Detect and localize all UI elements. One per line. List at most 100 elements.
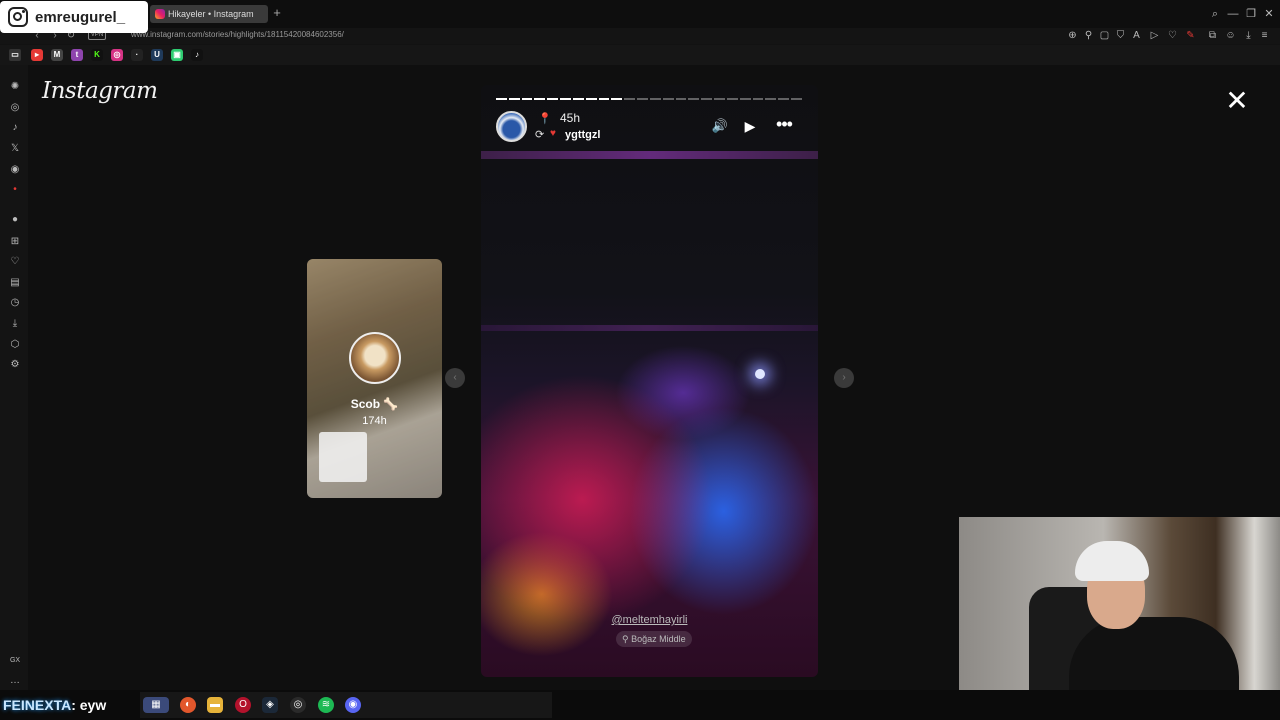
- gaming-icon[interactable]: ▭: [9, 49, 21, 61]
- instagram-bookmark-icon[interactable]: ◎: [111, 49, 123, 61]
- url-field[interactable]: www.instagram.com/stories/highlights/181…: [131, 30, 344, 39]
- player-icon[interactable]: ▷: [1148, 29, 1161, 42]
- story-progress-bar: [496, 98, 802, 101]
- gmail-bookmark-icon[interactable]: M: [51, 49, 63, 61]
- instagram-sidebar-icon[interactable]: ◎: [8, 101, 22, 115]
- tiktok-sidebar-icon[interactable]: ♪: [8, 121, 22, 135]
- discord-sidebar-icon[interactable]: ◉: [8, 163, 22, 177]
- minimize-icon[interactable]: —: [1226, 7, 1240, 21]
- download-icon[interactable]: ⤓: [1242, 29, 1255, 42]
- bookmark-green-icon[interactable]: ▣: [171, 49, 183, 61]
- volume-icon[interactable]: 🔊: [711, 118, 729, 134]
- previous-story-chevron-icon[interactable]: ‹: [445, 368, 465, 388]
- progress-segment: [547, 98, 559, 100]
- preview-username: Scob 🦴: [350, 397, 399, 411]
- story-mention[interactable]: @meltemhayirli: [481, 614, 818, 626]
- location-marker-icon: ⚲: [622, 634, 632, 644]
- preview-avatar: [349, 332, 401, 384]
- progress-segment: [714, 98, 725, 100]
- origin-taskbar-icon[interactable]: ◐: [180, 697, 196, 713]
- next-story-chevron-icon[interactable]: ›: [834, 368, 854, 388]
- history-sidebar-icon[interactable]: ◷: [8, 296, 22, 310]
- shield-icon[interactable]: ⛉: [1114, 29, 1127, 42]
- progress-segment: [688, 98, 700, 100]
- tab-title: Hikayeler • Instagram: [168, 9, 254, 19]
- story-location-tag[interactable]: ⚲ Boğaz Middle: [616, 631, 692, 647]
- extensions-icon[interactable]: ⧉: [1206, 29, 1219, 42]
- progress-segment: [637, 98, 648, 100]
- bookmark-dark-icon[interactable]: ·: [131, 49, 143, 61]
- youtube-bookmark-icon[interactable]: ▸: [31, 49, 43, 61]
- taskbar-app-thumb-icon[interactable]: ▦: [143, 697, 169, 713]
- tiktok-bookmark-icon[interactable]: ♪: [191, 49, 203, 61]
- extensions-sidebar-icon[interactable]: ⬡: [8, 338, 22, 352]
- more-sidebar-icon[interactable]: …: [8, 674, 22, 688]
- heart-emoji-icon: ♥: [550, 128, 556, 139]
- restore-icon[interactable]: ❐: [1244, 7, 1258, 21]
- search-icon[interactable]: ⌕: [1208, 7, 1222, 21]
- progress-segment: [739, 98, 751, 100]
- preview-time: 174h: [362, 415, 387, 427]
- apps-sidebar-icon[interactable]: ⊞: [8, 235, 22, 249]
- progress-segment: [496, 98, 507, 100]
- heart-icon[interactable]: ♡: [1166, 29, 1179, 42]
- menu-icon[interactable]: ≡: [1258, 29, 1271, 42]
- progress-segment: [598, 98, 610, 100]
- repost-icon: ⟳: [535, 129, 545, 141]
- story-time: 45h: [560, 111, 581, 125]
- play-icon[interactable]: ▶: [742, 118, 758, 134]
- discord-taskbar-icon[interactable]: ◉: [345, 697, 361, 713]
- kick-bookmark-icon[interactable]: K: [91, 49, 103, 61]
- progress-segment: [675, 98, 687, 100]
- downloads-sidebar-icon[interactable]: ⤓: [8, 317, 22, 331]
- progress-segment: [534, 98, 546, 100]
- spotify-sidebar-icon[interactable]: ●: [8, 213, 22, 227]
- new-tab-button[interactable]: +: [270, 6, 284, 20]
- story-media[interactable]: [481, 85, 818, 677]
- tab-instagram[interactable]: Hikayeler • Instagram: [150, 5, 268, 23]
- progress-segment: [585, 98, 597, 100]
- favorites-sidebar-icon[interactable]: ♡: [8, 255, 22, 269]
- preview-sticker-card: [319, 432, 367, 482]
- progress-segment: [662, 98, 674, 100]
- progress-segment: [701, 98, 713, 100]
- story-avatar[interactable]: [496, 111, 527, 142]
- close-story-button[interactable]: ✕: [1224, 87, 1250, 115]
- zoom-icon[interactable]: ⊕: [1066, 29, 1079, 42]
- opera-gx-taskbar-icon[interactable]: O: [235, 697, 251, 713]
- story-repost-username[interactable]: ygttgzl: [565, 129, 600, 141]
- chat-username: FEINEXTA: [3, 697, 72, 713]
- instagram-logo[interactable]: Instagram: [42, 78, 158, 104]
- opera-sidebar-icon[interactable]: •: [8, 183, 22, 197]
- x-sidebar-icon[interactable]: 𝕏: [8, 142, 22, 156]
- pin-icon[interactable]: ⚲: [1082, 29, 1095, 42]
- bookmark-u-icon[interactable]: U: [151, 49, 163, 61]
- profile-icon[interactable]: ☺: [1224, 29, 1237, 42]
- translate-icon[interactable]: A: [1130, 29, 1143, 42]
- twitch-bookmark-icon[interactable]: t: [71, 49, 83, 61]
- progress-segment: [560, 98, 571, 100]
- sidebar: [0, 65, 28, 690]
- progress-segment: [778, 98, 790, 100]
- streamer-name-overlay: emreugurel_: [0, 1, 148, 33]
- chat-message: : eyw: [71, 697, 107, 713]
- progress-segment: [521, 98, 533, 100]
- gx-label[interactable]: GX: [8, 654, 22, 668]
- tabs-sidebar-icon[interactable]: ▤: [8, 276, 22, 290]
- file-explorer-icon[interactable]: ▬: [207, 697, 223, 713]
- progress-segment: [752, 98, 764, 100]
- snapshot-icon[interactable]: ▢: [1098, 29, 1111, 42]
- settings-sidebar-icon[interactable]: ⚙: [8, 358, 22, 372]
- progress-segment: [765, 98, 777, 100]
- location-pin-icon: 📍: [538, 113, 552, 125]
- obs-taskbar-icon[interactable]: ◎: [290, 697, 306, 713]
- pen-icon[interactable]: ✎: [1184, 29, 1197, 42]
- close-window-icon[interactable]: ✕: [1262, 7, 1276, 21]
- steam-taskbar-icon[interactable]: ◈: [262, 697, 278, 713]
- spotify-taskbar-icon[interactable]: ≋: [318, 697, 334, 713]
- chatgpt-sidebar-icon[interactable]: ✺: [8, 80, 22, 94]
- more-options-icon[interactable]: •••: [773, 115, 795, 133]
- instagram-icon: [8, 7, 28, 27]
- chat-overlay: FEINEXTA: eyw: [3, 697, 106, 713]
- instagram-favicon-icon: [155, 9, 165, 19]
